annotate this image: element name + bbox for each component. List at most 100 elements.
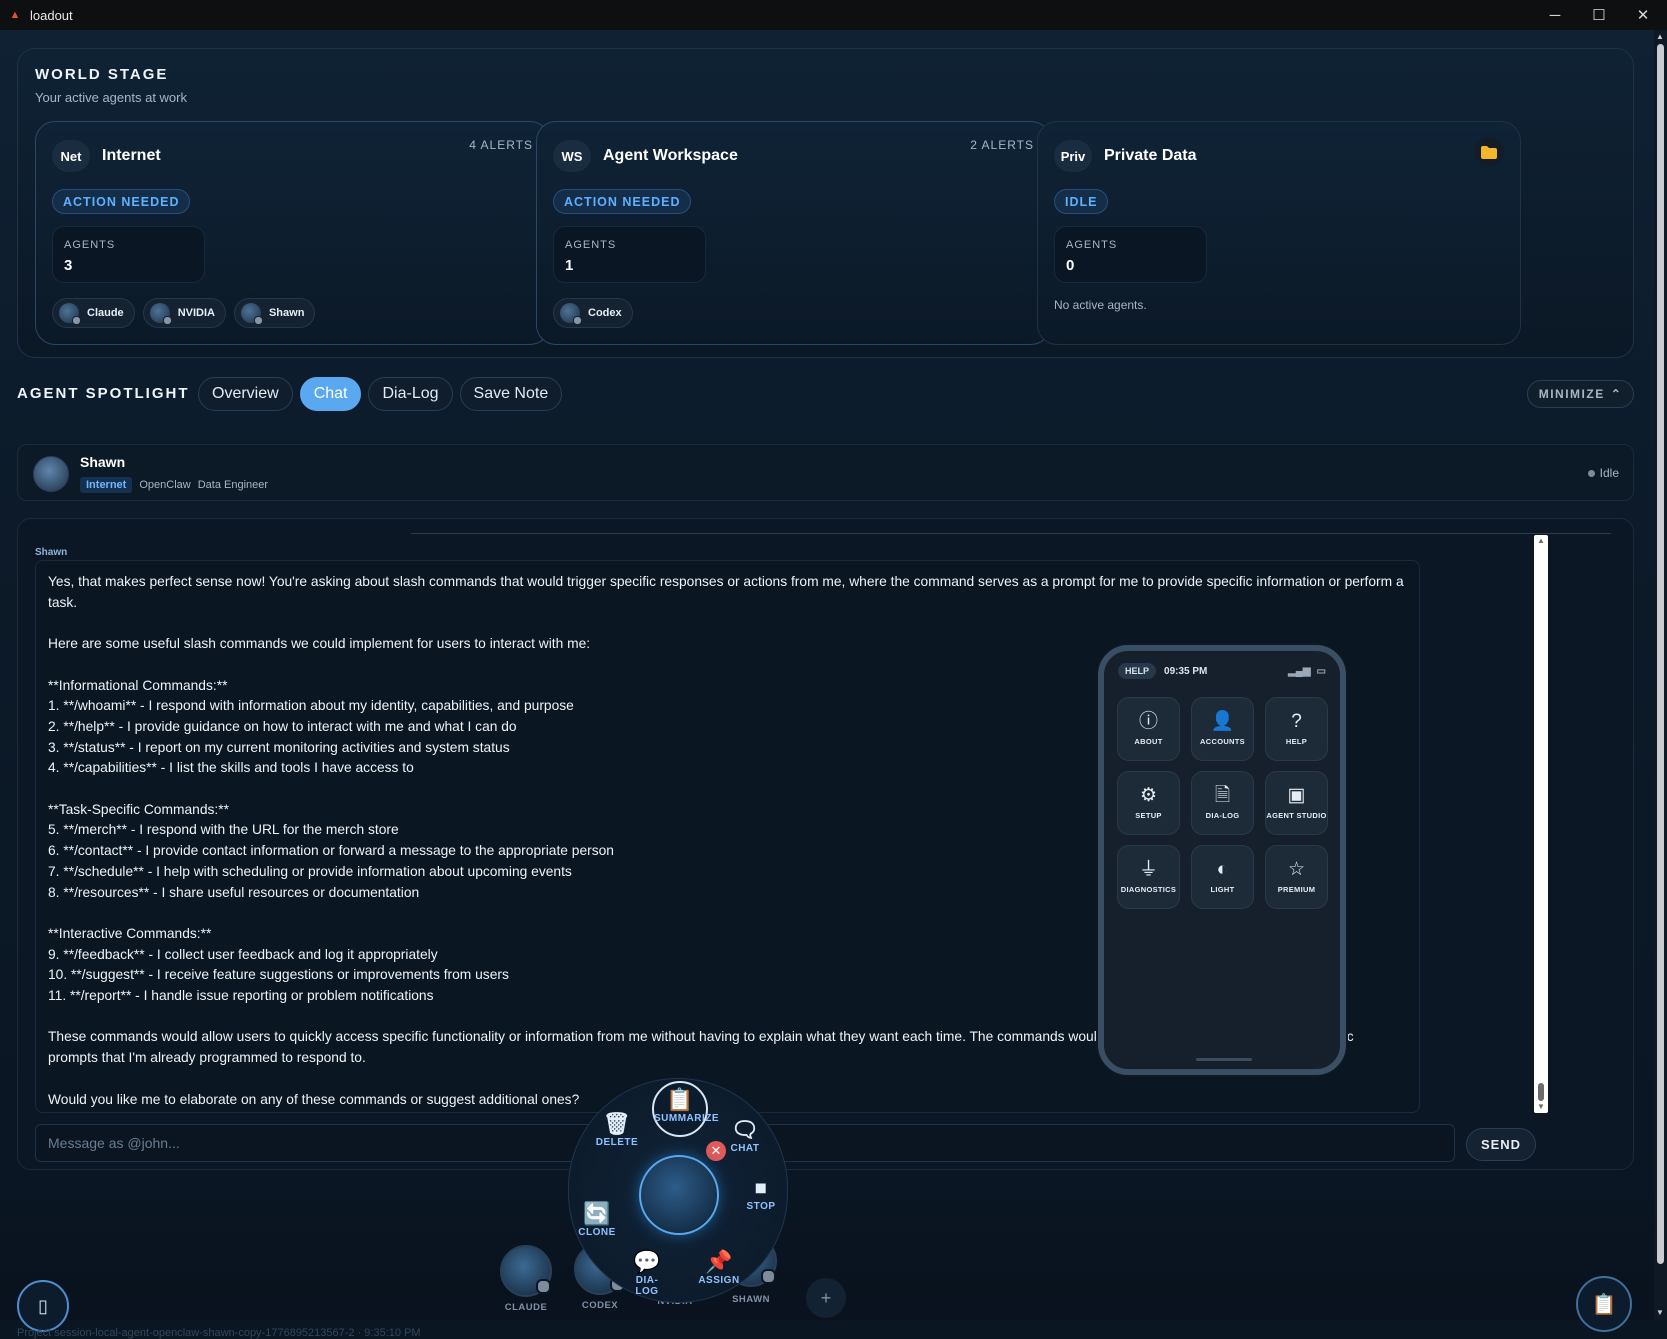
clone-label: CLONE: [578, 1227, 616, 1238]
scroll-up-icon[interactable]: ▲: [1537, 536, 1545, 545]
phone-button[interactable]: ▯: [17, 1280, 69, 1332]
trash-icon: 🗑: [602, 1111, 632, 1136]
agent-chip-claude[interactable]: Claude: [52, 298, 135, 328]
clipboard-icon: 📋: [1591, 1293, 1617, 1316]
agent-chip-nvidia[interactable]: NVIDIA: [142, 298, 226, 328]
window-minimize-button[interactable]: ─: [1533, 0, 1577, 30]
close-icon[interactable]: ✕: [706, 1141, 726, 1161]
spotlight-title: AGENT SPOTLIGHT: [17, 385, 190, 402]
no-agents-text: No active agents.: [1054, 298, 1147, 312]
scrollbar-thumb[interactable]: [1657, 44, 1664, 1264]
agent-studio-button[interactable]: ▣ AGENT STUDIO: [1265, 771, 1328, 835]
refresh-icon: 🔄: [583, 1201, 611, 1226]
clipboard-button[interactable]: 📋: [1576, 1276, 1632, 1332]
clone-button[interactable]: 🔄 CLONE: [571, 1201, 623, 1238]
chat-scrollbar[interactable]: ▲ ▼: [1534, 535, 1548, 1113]
title-bar: ▲ loadout ─ ☐ ✕: [0, 0, 1667, 30]
accounts-button[interactable]: 👤 ACCOUNTS: [1191, 697, 1254, 761]
dia-log-menu-button[interactable]: 💬 DIA- LOG: [621, 1249, 673, 1297]
agent-center-avatar[interactable]: [639, 1155, 719, 1235]
chat-button[interactable]: 🗨 CHAT: [719, 1117, 771, 1154]
agents-label: AGENTS: [1066, 239, 1118, 251]
info-icon: ⓘ: [1138, 711, 1158, 732]
window-close-button[interactable]: ✕: [1621, 0, 1665, 30]
dia-log-button[interactable]: 🗎 DIA-LOG: [1191, 771, 1254, 835]
home-indicator: [1196, 1058, 1252, 1061]
divider: [411, 533, 1611, 534]
summarize-label: SUMMARIZE: [654, 1113, 720, 1124]
tab-chat[interactable]: Chat: [299, 377, 362, 411]
phone-button-label: ACCOUNTS: [1200, 737, 1245, 746]
alerts-count: 4 ALERTS: [469, 138, 533, 152]
agent-chip-label: Claude: [87, 307, 124, 319]
dock-agent-label: CODEX: [581, 1300, 619, 1311]
minimize-button[interactable]: MINIMIZE ⌃: [1527, 380, 1634, 408]
tab-overview[interactable]: Overview: [198, 377, 293, 411]
spotlight-tabs: Overview Chat Dia-Log Save Note: [198, 377, 563, 411]
status-badge: ACTION NEEDED: [553, 189, 692, 214]
tab-save-note[interactable]: Save Note: [459, 377, 563, 411]
chat-label: CHAT: [730, 1143, 760, 1154]
scrollbar-thumb[interactable]: [1538, 1083, 1544, 1101]
clipboard-icon: 📋: [666, 1087, 694, 1112]
session-text: Project session-local-agent-openclaw-sha…: [17, 1327, 421, 1339]
window-scrollbar[interactable]: ▲ ▼: [1654, 30, 1667, 1320]
delete-button[interactable]: 🗑 DELETE: [591, 1111, 643, 1148]
agents-count: 1: [565, 257, 574, 274]
folder-icon[interactable]: [1474, 137, 1504, 167]
scroll-up-icon[interactable]: ▲: [1656, 32, 1664, 41]
agent-chip-shawn[interactable]: Shawn: [233, 298, 316, 328]
agents-count: 3: [64, 257, 73, 274]
premium-button[interactable]: ☆ PREMIUM: [1265, 845, 1328, 909]
agents-label: AGENTS: [565, 239, 617, 251]
agent-role: Data Engineer: [197, 479, 269, 491]
scroll-down-icon[interactable]: ▼: [1656, 1308, 1664, 1317]
world-card-name: Internet: [102, 147, 161, 164]
stop-button[interactable]: ⏹ STOP: [735, 1175, 787, 1212]
world-card-internet[interactable]: Net Internet 4 ALERTS ACTION NEEDED AGEN…: [35, 121, 550, 345]
chip-icon: ▣: [1287, 785, 1306, 806]
add-agent-button[interactable]: +: [806, 1278, 846, 1318]
agents-count: 0: [1066, 257, 1075, 274]
tab-dia-log[interactable]: Dia-Log: [368, 377, 453, 411]
theme-icon: ◐: [1216, 859, 1229, 880]
agent-chip-codex[interactable]: Codex: [553, 298, 633, 328]
gear-icon: ⚙: [1139, 785, 1158, 806]
send-button[interactable]: SEND: [1466, 1128, 1536, 1161]
world-card-abbr: WS: [553, 140, 591, 172]
phone-button-label: AGENT STUDIO: [1266, 811, 1327, 820]
help-button[interactable]: ? HELP: [1265, 697, 1328, 761]
avatar: [560, 303, 582, 325]
window-maximize-button[interactable]: ☐: [1577, 0, 1621, 30]
assign-button[interactable]: 📌 ASSIGN: [693, 1249, 745, 1286]
app-body: WORLD STAGE Your active agents at work N…: [0, 30, 1654, 1339]
agent-state-label: Idle: [1599, 466, 1619, 480]
setup-button[interactable]: ⚙ SETUP: [1117, 771, 1180, 835]
alerts-count: 2 ALERTS: [970, 138, 1034, 152]
world-card-agent-workspace[interactable]: WS Agent Workspace 2 ALERTS ACTION NEEDE…: [536, 121, 1051, 345]
minimize-label: MINIMIZE: [1538, 387, 1605, 401]
agents-count-box: AGENTS 3: [52, 226, 205, 283]
scroll-down-icon[interactable]: ▼: [1537, 1102, 1545, 1111]
summarize-button-content[interactable]: 📋 SUMMARIZE: [654, 1087, 719, 1124]
diagnostics-button[interactable]: ⏚ DIAGNOSTICS: [1117, 845, 1180, 909]
agent-radial-menu: 📋 SUMMARIZE 🗑 DELETE 🗨 CHAT ✕ ⏹ STOP 🔄 CLONE …: [568, 1078, 788, 1303]
world-card-private-data[interactable]: Priv Private Data IDLE AGENTS 0 No activ…: [1037, 121, 1521, 345]
agent-chip-label: NVIDIA: [177, 307, 215, 319]
assign-label: ASSIGN: [698, 1275, 740, 1286]
stop-label: STOP: [746, 1201, 776, 1212]
dock-agent-claude[interactable]: [500, 1245, 552, 1297]
avatar: [33, 456, 69, 492]
light-button[interactable]: ◐ LIGHT: [1191, 845, 1254, 909]
phone-button-label: ABOUT: [1134, 737, 1163, 746]
phone-button-label: LIGHT: [1210, 885, 1235, 894]
message-sender: Shawn: [35, 547, 68, 558]
phone-status-bar: HELP 09:35 PM ▂▄▆ ▭: [1118, 661, 1326, 681]
avatar: [149, 303, 172, 325]
about-button[interactable]: ⓘ ABOUT: [1117, 697, 1180, 761]
help-label: HELP: [1118, 663, 1157, 679]
world-card-name: Agent Workspace: [603, 147, 738, 164]
phone-button-label: DIA-LOG: [1205, 811, 1240, 820]
agents-count-box: AGENTS 1: [553, 226, 706, 283]
battery-icon: ▭: [1316, 665, 1326, 677]
